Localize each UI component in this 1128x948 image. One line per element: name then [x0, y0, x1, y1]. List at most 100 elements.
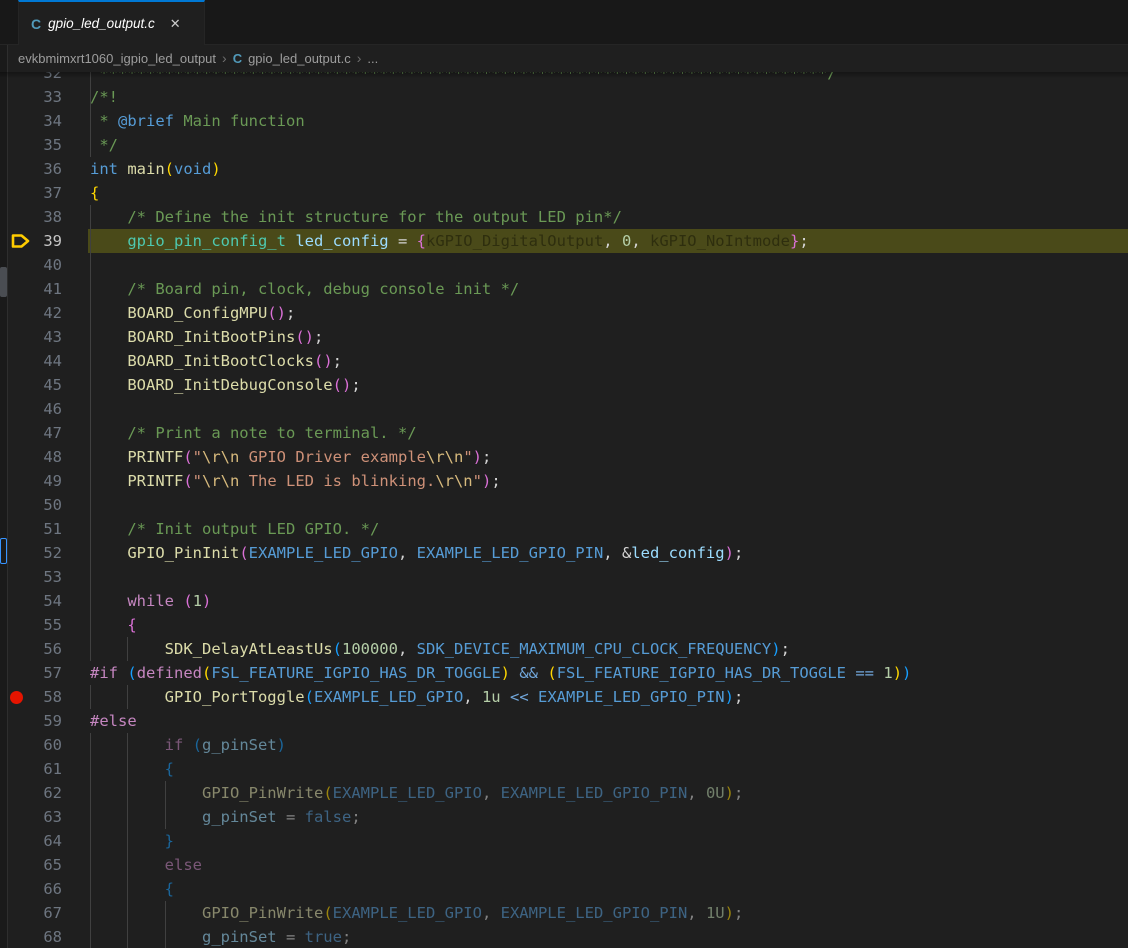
code-text[interactable]: #if (defined(FSL_FEATURE_IGPIO_HAS_DR_TO… — [88, 661, 1128, 685]
code-text[interactable]: g_pinSet = true; — [88, 925, 1128, 948]
code-line[interactable]: 32 *************************************… — [0, 72, 1128, 85]
code-text[interactable]: while (1) — [88, 589, 1128, 613]
code-line[interactable]: 47 /* Print a note to terminal. */ — [0, 421, 1128, 445]
glyph-margin[interactable] — [8, 517, 36, 541]
code-text[interactable]: { — [88, 877, 1128, 901]
glyph-margin[interactable] — [8, 877, 36, 901]
code-text[interactable] — [88, 253, 1128, 277]
code-text[interactable] — [88, 397, 1128, 421]
glyph-margin[interactable] — [8, 277, 36, 301]
glyph-margin[interactable] — [8, 613, 36, 637]
code-line[interactable]: 33/*! — [0, 85, 1128, 109]
glyph-margin[interactable] — [8, 85, 36, 109]
code-text[interactable]: g_pinSet = false; — [88, 805, 1128, 829]
glyph-margin[interactable] — [8, 781, 36, 805]
glyph-margin[interactable] — [8, 853, 36, 877]
glyph-margin[interactable] — [8, 229, 36, 253]
code-line[interactable]: 57#if (defined(FSL_FEATURE_IGPIO_HAS_DR_… — [0, 661, 1128, 685]
code-text[interactable]: int main(void) — [88, 157, 1128, 181]
code-line[interactable]: 62 GPIO_PinWrite(EXAMPLE_LED_GPIO, EXAMP… — [0, 781, 1128, 805]
code-text[interactable]: GPIO_PortToggle(EXAMPLE_LED_GPIO, 1u << … — [88, 685, 1128, 709]
glyph-margin[interactable] — [8, 829, 36, 853]
code-text[interactable]: * @brief Main function — [88, 109, 1128, 133]
code-line[interactable]: 65 else — [0, 853, 1128, 877]
glyph-margin[interactable] — [8, 901, 36, 925]
code-line[interactable]: 68 g_pinSet = true; — [0, 925, 1128, 948]
code-text[interactable]: } — [88, 829, 1128, 853]
glyph-margin[interactable] — [8, 733, 36, 757]
glyph-margin[interactable] — [8, 445, 36, 469]
code-text[interactable]: GPIO_PinWrite(EXAMPLE_LED_GPIO, EXAMPLE_… — [88, 901, 1128, 925]
glyph-margin[interactable] — [8, 541, 36, 565]
code-line[interactable]: 61 { — [0, 757, 1128, 781]
glyph-margin[interactable] — [8, 397, 36, 421]
code-line[interactable]: 45 BOARD_InitDebugConsole(); — [0, 373, 1128, 397]
breadcrumb-folder[interactable]: evkbmimxrt1060_igpio_led_output — [18, 51, 216, 66]
code-text[interactable]: BOARD_InitBootPins(); — [88, 325, 1128, 349]
code-text[interactable] — [88, 565, 1128, 589]
code-text[interactable]: PRINTF("\r\n GPIO Driver example\r\n"); — [88, 445, 1128, 469]
code-text[interactable]: /*! — [88, 85, 1128, 109]
code-line[interactable]: 46 — [0, 397, 1128, 421]
code-line[interactable]: 41 /* Board pin, clock, debug console in… — [0, 277, 1128, 301]
code-line[interactable]: 35 */ — [0, 133, 1128, 157]
glyph-margin[interactable] — [8, 709, 36, 733]
breadcrumb-file[interactable]: gpio_led_output.c — [248, 51, 351, 66]
glyph-margin[interactable] — [8, 349, 36, 373]
code-text[interactable]: BOARD_ConfigMPU(); — [88, 301, 1128, 325]
glyph-margin[interactable] — [8, 589, 36, 613]
code-line[interactable]: 39 gpio_pin_config_t led_config = {kGPIO… — [0, 229, 1128, 253]
glyph-margin[interactable] — [8, 301, 36, 325]
code-line[interactable]: 58 GPIO_PortToggle(EXAMPLE_LED_GPIO, 1u … — [0, 685, 1128, 709]
code-line[interactable]: 48 PRINTF("\r\n GPIO Driver example\r\n"… — [0, 445, 1128, 469]
code-text[interactable]: else — [88, 853, 1128, 877]
glyph-margin[interactable] — [8, 469, 36, 493]
glyph-margin[interactable] — [8, 757, 36, 781]
code-line[interactable]: 53 — [0, 565, 1128, 589]
code-line[interactable]: 56 SDK_DelayAtLeastUs(100000, SDK_DEVICE… — [0, 637, 1128, 661]
code-text[interactable]: { — [88, 181, 1128, 205]
code-text[interactable]: #else — [88, 709, 1128, 733]
glyph-margin[interactable] — [8, 493, 36, 517]
code-text[interactable]: BOARD_InitBootClocks(); — [88, 349, 1128, 373]
breakpoint-icon[interactable] — [10, 691, 23, 704]
code-line[interactable]: 37{ — [0, 181, 1128, 205]
code-line[interactable]: 50 — [0, 493, 1128, 517]
code-text[interactable]: /* Board pin, clock, debug console init … — [88, 277, 1128, 301]
code-text[interactable]: GPIO_PinWrite(EXAMPLE_LED_GPIO, EXAMPLE_… — [88, 781, 1128, 805]
code-text[interactable]: SDK_DelayAtLeastUs(100000, SDK_DEVICE_MA… — [88, 637, 1128, 661]
code-text[interactable]: PRINTF("\r\n The LED is blinking.\r\n"); — [88, 469, 1128, 493]
code-line[interactable]: 49 PRINTF("\r\n The LED is blinking.\r\n… — [0, 469, 1128, 493]
code-text[interactable]: /* Define the init structure for the out… — [88, 205, 1128, 229]
tab-gpio-led-output[interactable]: C gpio_led_output.c ✕ — [18, 0, 205, 45]
glyph-margin[interactable] — [8, 805, 36, 829]
code-line[interactable]: 66 { — [0, 877, 1128, 901]
glyph-margin[interactable] — [8, 133, 36, 157]
code-line[interactable]: 52 GPIO_PinInit(EXAMPLE_LED_GPIO, EXAMPL… — [0, 541, 1128, 565]
glyph-margin[interactable] — [8, 157, 36, 181]
glyph-margin[interactable] — [8, 109, 36, 133]
code-text[interactable]: BOARD_InitDebugConsole(); — [88, 373, 1128, 397]
glyph-margin[interactable] — [8, 421, 36, 445]
code-text[interactable]: gpio_pin_config_t led_config = {kGPIO_Di… — [88, 229, 1128, 253]
code-line[interactable]: 59#else — [0, 709, 1128, 733]
code-line[interactable]: 54 while (1) — [0, 589, 1128, 613]
glyph-margin[interactable] — [8, 72, 36, 85]
code-line[interactable]: 38 /* Define the init structure for the … — [0, 205, 1128, 229]
code-line[interactable]: 60 if (g_pinSet) — [0, 733, 1128, 757]
code-text[interactable]: ****************************************… — [88, 72, 1128, 85]
code-text[interactable]: GPIO_PinInit(EXAMPLE_LED_GPIO, EXAMPLE_L… — [88, 541, 1128, 565]
code-line[interactable]: 55 { — [0, 613, 1128, 637]
close-tab-icon[interactable]: ✕ — [170, 16, 181, 32]
code-text[interactable]: { — [88, 757, 1128, 781]
glyph-margin[interactable] — [8, 253, 36, 277]
glyph-margin[interactable] — [8, 925, 36, 948]
code-line[interactable]: 42 BOARD_ConfigMPU(); — [0, 301, 1128, 325]
code-text[interactable]: if (g_pinSet) — [88, 733, 1128, 757]
code-line[interactable]: 51 /* Init output LED GPIO. */ — [0, 517, 1128, 541]
code-line[interactable]: 40 — [0, 253, 1128, 277]
code-line[interactable]: 44 BOARD_InitBootClocks(); — [0, 349, 1128, 373]
glyph-margin[interactable] — [8, 325, 36, 349]
code-line[interactable]: 34 * @brief Main function — [0, 109, 1128, 133]
code-text[interactable]: */ — [88, 133, 1128, 157]
